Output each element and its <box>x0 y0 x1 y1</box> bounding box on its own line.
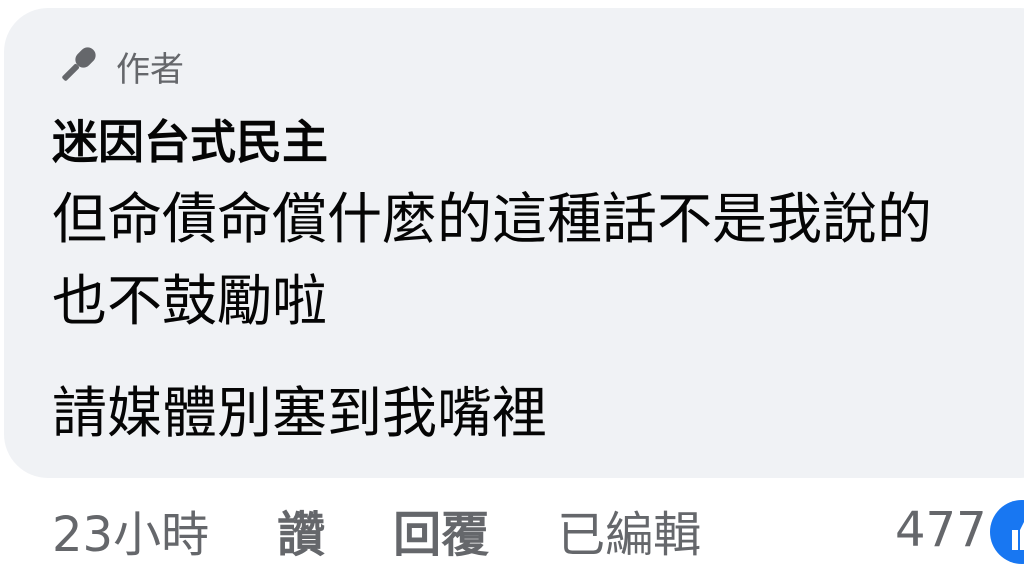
edited-label[interactable]: 已編輯 <box>557 495 701 565</box>
comment-author-name[interactable]: 迷因台式民主 <box>52 112 328 172</box>
comment-text-line: 但命債命償什麼的這種話不是我說的 <box>52 187 933 251</box>
comment-actions: 23小時 讚 回覆 已編輯 <box>52 495 701 565</box>
reply-button[interactable]: 回覆 <box>393 495 489 565</box>
comment-text-line: 也不鼓勵啦 <box>52 269 328 333</box>
comment-timestamp[interactable]: 23小時 <box>52 495 209 565</box>
author-badge: 作者 <box>52 40 184 92</box>
microphone-icon <box>52 41 102 91</box>
reaction-count: 477 <box>895 502 987 558</box>
like-button[interactable]: 讚 <box>277 495 325 565</box>
like-reaction-icon[interactable] <box>990 500 1024 564</box>
comment-text-line: 請媒體別塞到我嘴裡 <box>52 381 548 445</box>
reaction-summary[interactable]: 477 <box>895 495 987 565</box>
author-badge-label: 作者 <box>116 49 184 90</box>
